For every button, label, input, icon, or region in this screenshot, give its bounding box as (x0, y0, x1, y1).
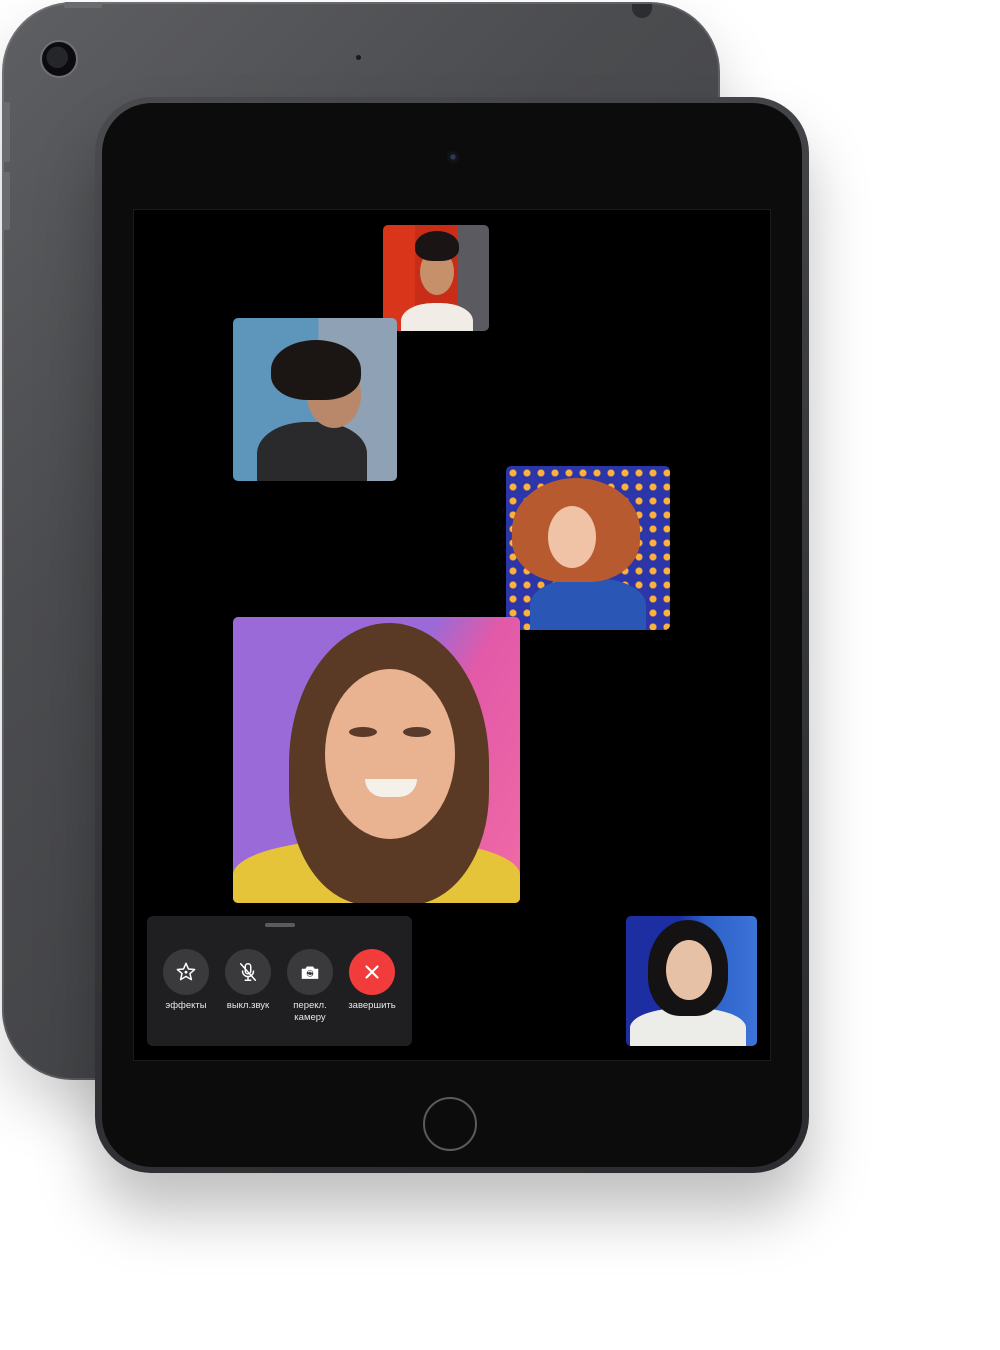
participant-face (325, 669, 455, 839)
front-camera-icon (447, 151, 459, 163)
effects-button[interactable]: эффекты (155, 949, 217, 1012)
panel-grabber[interactable] (265, 923, 295, 927)
participant-shirt (530, 578, 646, 630)
end-call-label: завершить (348, 1000, 396, 1011)
participant-shirt (257, 422, 367, 481)
end-call-button[interactable]: завершить (341, 949, 403, 1012)
sensor (632, 4, 652, 18)
top-button (64, 2, 102, 8)
flip-camera-button[interactable]: перекл. камеру (279, 949, 341, 1024)
flip-camera-label: перекл. камеру (293, 1000, 327, 1023)
participant-tile[interactable] (233, 318, 397, 481)
participant-tile[interactable] (626, 916, 757, 1046)
participant-face (548, 506, 596, 568)
rear-camera-icon (40, 40, 78, 78)
home-button[interactable] (423, 1097, 477, 1151)
star-icon (163, 949, 209, 995)
participant-face (666, 940, 712, 1000)
participant-hair (415, 231, 459, 261)
volume-down-button (2, 172, 10, 230)
participant-eye (403, 727, 431, 737)
effects-label: эффекты (165, 1000, 207, 1011)
participant-tile-main[interactable] (233, 617, 520, 903)
participant-shirt (401, 303, 473, 331)
volume-up-button (2, 102, 10, 162)
camera-flip-icon (287, 949, 333, 995)
participant-hair (271, 340, 361, 400)
participant-tile[interactable] (383, 225, 489, 331)
close-icon (349, 949, 395, 995)
microphone-dot (356, 55, 361, 60)
mute-button[interactable]: выкл.звук (217, 949, 279, 1012)
participant-tile[interactable] (506, 466, 670, 630)
mic-off-icon (225, 949, 271, 995)
call-controls-panel: эффекты выкл.звук перекл. камеру заверши… (147, 916, 412, 1046)
participant-eye (349, 727, 377, 737)
mute-label: выкл.звук (226, 1000, 270, 1011)
